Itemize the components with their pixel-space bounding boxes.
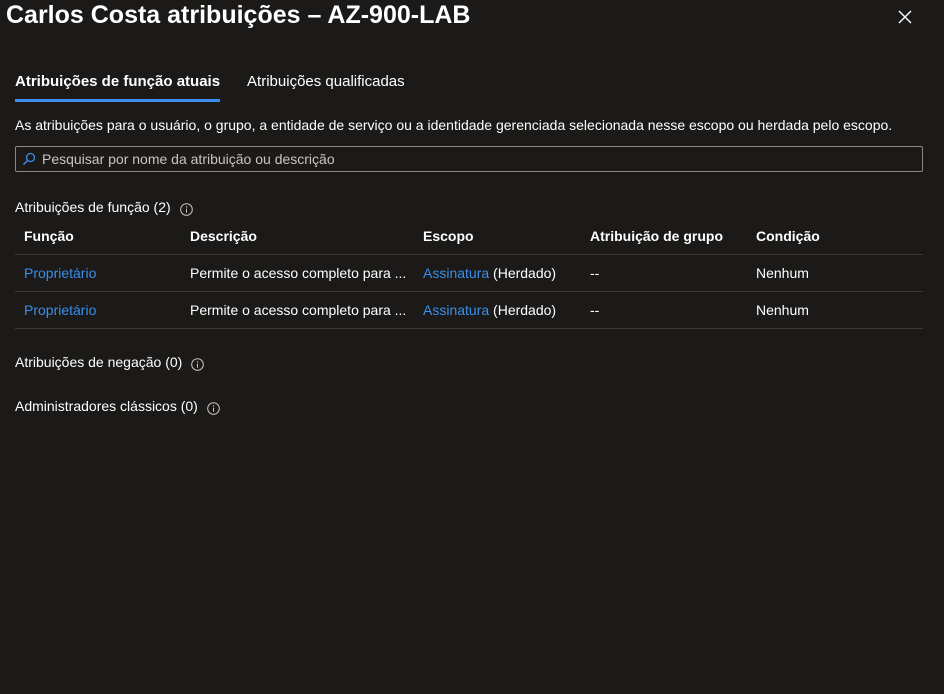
column-header-group-assignment[interactable]: Atribuição de grupo xyxy=(590,218,750,254)
role-assignments-label: Atribuições de função (2) xyxy=(15,199,171,215)
pane-title: Carlos Costa atribuições – AZ-900-LAB xyxy=(6,1,471,29)
deny-assignments-heading[interactable]: Atribuições de negação (0) xyxy=(15,352,205,372)
table-header: Função Descrição Escopo Atribuição de gr… xyxy=(15,218,923,255)
role-assignments-heading: Atribuições de função (2) xyxy=(15,197,193,217)
group-assignment: -- xyxy=(590,265,600,281)
column-header-role[interactable]: Função xyxy=(24,218,184,254)
tab-current-role-assignments[interactable]: Atribuições de função atuais xyxy=(15,71,221,102)
classic-admins-heading[interactable]: Administradores clássicos (0) xyxy=(15,396,220,416)
search-input[interactable] xyxy=(42,151,902,167)
info-icon[interactable] xyxy=(191,356,205,371)
classic-admins-label: Administradores clássicos (0) xyxy=(15,398,198,414)
role-link[interactable]: Proprietário xyxy=(24,265,96,281)
scope-link[interactable]: Assinatura xyxy=(423,265,489,281)
info-icon[interactable] xyxy=(207,400,220,415)
table-row[interactable]: Proprietário Permite o acesso completo p… xyxy=(15,292,923,329)
column-header-condition[interactable]: Condição xyxy=(756,218,916,254)
role-description: Permite o acesso completo para ... xyxy=(190,302,407,318)
page-description: As atribuições para o usuário, o grupo, … xyxy=(15,117,893,133)
tab-eligible-assignments[interactable]: Atribuições qualificadas xyxy=(247,71,405,102)
condition: Nenhum xyxy=(756,302,809,318)
role-description: Permite o acesso completo para ... xyxy=(190,265,407,281)
close-button[interactable] xyxy=(892,4,916,28)
scope-suffix: (Herdado) xyxy=(489,265,557,281)
role-assignments-table: Função Descrição Escopo Atribuição de gr… xyxy=(15,218,923,329)
tab-bar: Atribuições de função atuais Atribuições… xyxy=(15,71,432,102)
group-assignment: -- xyxy=(590,302,600,318)
column-header-scope[interactable]: Escopo xyxy=(423,218,583,254)
search-icon xyxy=(22,152,36,166)
table-row[interactable]: Proprietário Permite o acesso completo p… xyxy=(15,255,923,292)
condition: Nenhum xyxy=(756,265,809,281)
search-box[interactable] xyxy=(15,146,923,172)
info-icon[interactable] xyxy=(179,201,193,216)
column-header-description[interactable]: Descrição xyxy=(190,218,418,254)
close-icon xyxy=(898,10,912,24)
role-link[interactable]: Proprietário xyxy=(24,302,96,318)
deny-assignments-label: Atribuições de negação (0) xyxy=(15,354,183,370)
scope-link[interactable]: Assinatura xyxy=(423,302,489,318)
assignments-pane: Carlos Costa atribuições – AZ-900-LAB At… xyxy=(0,0,944,694)
scope-suffix: (Herdado) xyxy=(489,302,557,318)
